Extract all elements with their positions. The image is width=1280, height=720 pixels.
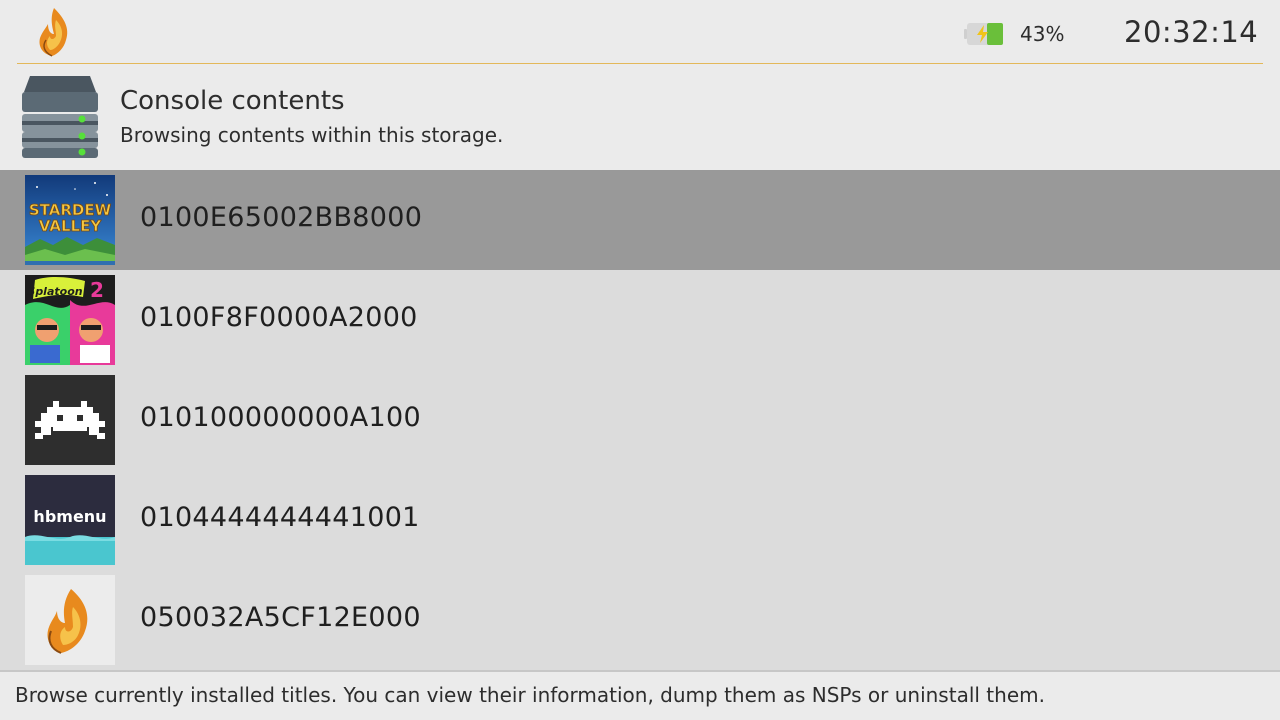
stardew-valley-thumbnail-icon: STARDEW VALLEY: [25, 175, 115, 265]
title-row[interactable]: 050032A5CF12E000: [0, 570, 1280, 670]
flame-logo-icon: [39, 8, 68, 57]
retroarch-thumbnail-icon: [25, 375, 115, 465]
hbmenu-thumbnail-icon: hbmenu: [25, 475, 115, 565]
page-subtitle: Browsing contents within this storage.: [120, 123, 504, 147]
flame-logo-thumbnail-icon: [25, 575, 115, 665]
hbmenu-label: hbmenu: [33, 507, 106, 526]
svg-text:VALLEY: VALLEY: [39, 217, 103, 235]
title-id: 0100E65002BB8000: [140, 202, 423, 233]
title-id: 0104444444441001: [140, 502, 420, 533]
page-header: Console contents Browsing contents withi…: [0, 64, 1280, 170]
title-row[interactable]: hbmenu 0104444444441001: [0, 470, 1280, 570]
storage-drive-icon: [22, 76, 98, 158]
splatoon-2-thumbnail-icon: Splatoon 2: [25, 275, 115, 365]
title-id: 010100000000A100: [140, 402, 421, 433]
help-text: Browse currently installed titles. You c…: [15, 683, 1045, 707]
title-id: 0100F8F0000A2000: [140, 302, 418, 333]
top-bar: 43% 20:32:14: [0, 0, 1280, 64]
svg-text:2: 2: [90, 278, 104, 302]
page-title: Console contents: [120, 86, 345, 116]
title-id: 050032A5CF12E000: [140, 602, 421, 633]
title-row[interactable]: Splatoon 2 0100F8F0000A2000: [0, 270, 1280, 370]
title-row[interactable]: 010100000000A100: [0, 370, 1280, 470]
clock: 20:32:14: [1124, 15, 1259, 49]
footer-bar: Browse currently installed titles. You c…: [0, 672, 1280, 720]
battery-charging-icon: [964, 23, 1003, 45]
title-list: STARDEW VALLEY 0100E65002BB8000 Splatoon…: [0, 170, 1280, 670]
battery-percentage: 43%: [1020, 22, 1065, 46]
svg-text:Splatoon: Splatoon: [27, 285, 82, 298]
title-row-selected[interactable]: STARDEW VALLEY 0100E65002BB8000: [0, 170, 1280, 270]
